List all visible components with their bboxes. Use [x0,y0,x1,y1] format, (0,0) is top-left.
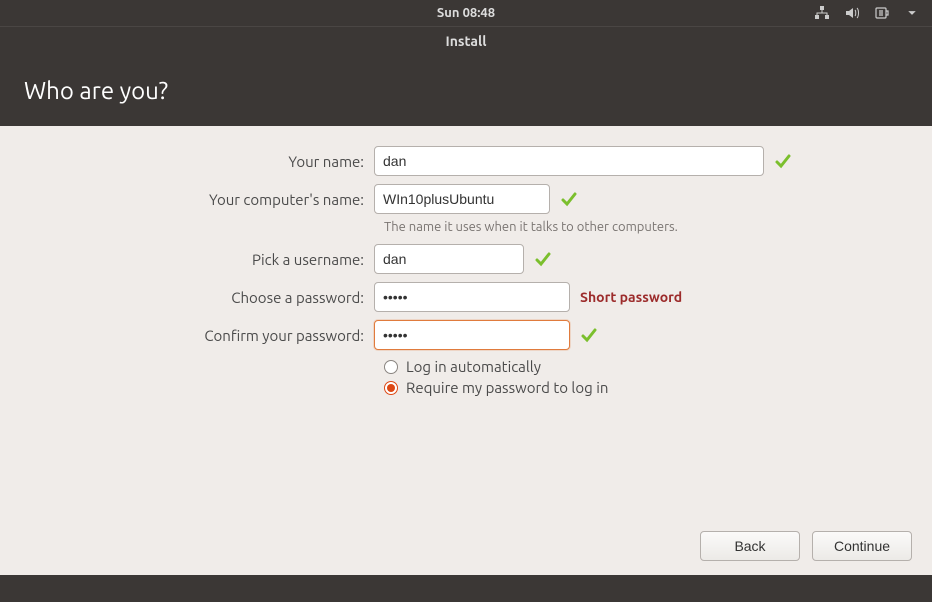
network-icon[interactable] [814,5,830,21]
password-warning: Short password [580,289,682,305]
computer-hint: The name it uses when it talks to other … [384,220,908,234]
label-confirm: Confirm your password: [24,327,374,344]
clock: Sun 08:48 [437,6,495,20]
computer-name-input[interactable] [374,184,550,214]
row-name: Your name: [24,146,908,176]
row-password: Choose a password: Short password [24,282,908,312]
row-username: Pick a username: [24,244,908,274]
login-auto-label: Log in automatically [406,358,541,375]
radio-selected-icon [384,381,398,395]
password-input[interactable] [374,282,570,312]
row-confirm: Confirm your password: [24,320,908,350]
login-auto-option[interactable]: Log in automatically [384,358,908,375]
check-icon [580,326,598,344]
system-tray [814,5,920,21]
login-require-label: Require my password to log in [406,379,608,396]
window-title: Install [446,33,487,49]
back-button[interactable]: Back [700,531,800,561]
top-panel: Sun 08:48 [0,0,932,26]
battery-icon[interactable] [874,5,890,21]
check-icon [560,190,578,208]
bottom-band [0,575,932,602]
label-password: Choose a password: [24,289,374,306]
page-heading: Who are you? [24,77,168,104]
label-username: Pick a username: [24,251,374,268]
page-header: Who are you? [0,54,932,126]
login-require-option[interactable]: Require my password to log in [384,379,908,396]
dropdown-arrow-icon[interactable] [904,5,920,21]
volume-icon[interactable] [844,5,860,21]
form-area: Your name: Your computer's name: The nam… [0,126,932,396]
window-titlebar: Install [0,26,932,54]
username-input[interactable] [374,244,524,274]
check-icon [534,250,552,268]
row-computer: Your computer's name: [24,184,908,214]
name-input[interactable] [374,146,764,176]
label-computer: Your computer's name: [24,191,374,208]
label-name: Your name: [24,153,374,170]
continue-button[interactable]: Continue [812,531,912,561]
check-icon [774,152,792,170]
confirm-password-input[interactable] [374,320,570,350]
login-options: Log in automatically Require my password… [384,358,908,396]
radio-unselected-icon [384,360,398,374]
footer-buttons: Back Continue [0,531,932,575]
